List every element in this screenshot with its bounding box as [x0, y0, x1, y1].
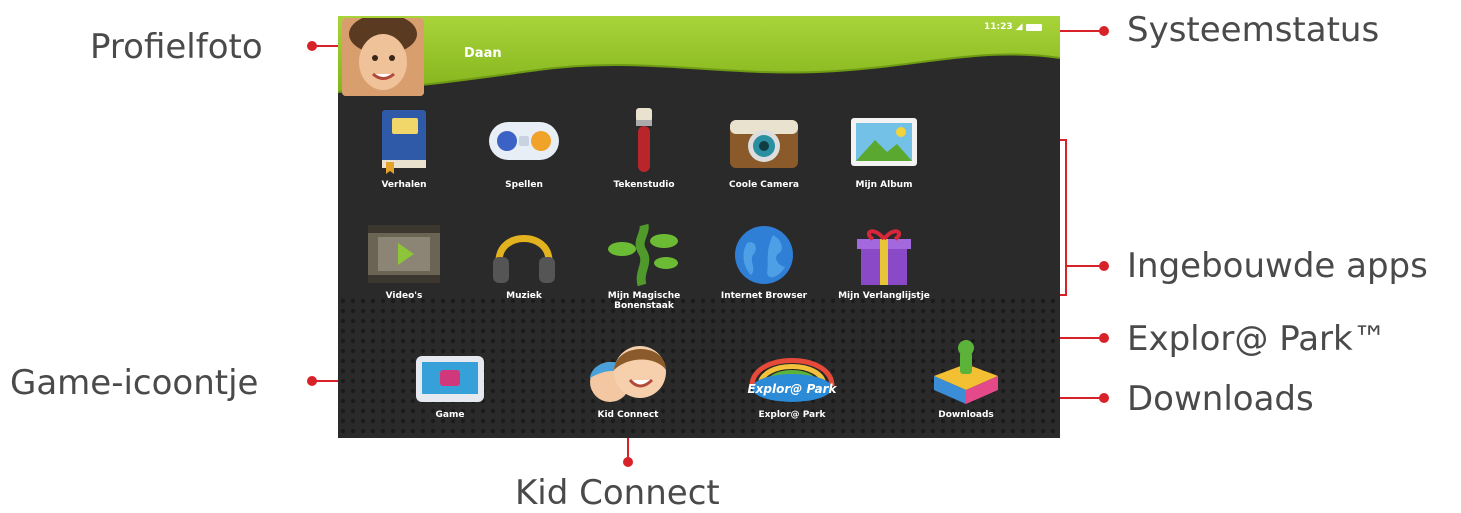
app-label: Downloads — [938, 410, 994, 420]
gamepad-icon — [489, 122, 559, 160]
callout-explor-park: Explor@ Park™ — [1127, 319, 1387, 359]
app-label: Verhalen — [381, 180, 427, 190]
app-label: Kid Connect — [597, 410, 659, 420]
app-label: Game — [435, 410, 465, 420]
app-label: Tekenstudio — [613, 180, 675, 190]
app-explor-park[interactable]: Explor@ Park Explor@ Park — [732, 338, 852, 420]
gift-icon — [857, 229, 911, 285]
app-label: Muziek — [506, 291, 542, 301]
book-icon — [382, 110, 426, 174]
callout-profile-photo: Profielfoto — [90, 27, 263, 67]
app-coole-camera[interactable]: Coole Camera — [704, 106, 824, 190]
app-mijn-verlanglijstje[interactable]: Mijn Verlanglijstje — [824, 221, 944, 301]
wifi-icon: ◢ — [1015, 22, 1023, 32]
downloads-box-icon — [934, 340, 998, 404]
app-game[interactable]: Game — [390, 352, 510, 420]
app-downloads[interactable]: Downloads — [906, 338, 1026, 420]
app-label: Mijn Album — [855, 180, 913, 190]
system-status-bar: 11:23 ◢ — [984, 22, 1042, 32]
callout-downloads: Downloads — [1127, 379, 1314, 419]
globe-icon — [735, 226, 793, 284]
status-time: 11:23 — [984, 22, 1013, 32]
app-label: Spellen — [505, 180, 543, 190]
app-label: Mijn Magische Bonenstaak — [607, 291, 681, 312]
battery-icon — [1025, 23, 1042, 31]
beanstalk-icon — [608, 223, 678, 287]
callout-built-in-apps: Ingebouwde apps — [1127, 246, 1428, 286]
app-tekenstudio[interactable]: Tekenstudio — [584, 106, 704, 190]
callout-game-icon: Game-icoontje — [10, 363, 259, 403]
profile-name: Daan — [464, 46, 502, 61]
game-screen-icon — [416, 356, 484, 402]
headphones-icon — [493, 235, 555, 283]
profile-photo[interactable] — [342, 18, 424, 96]
app-label: Explor@ Park — [758, 410, 826, 420]
paintbrush-icon — [636, 108, 652, 172]
app-videos[interactable]: Video's — [344, 221, 464, 301]
app-label: Video's — [385, 291, 423, 301]
app-label: Mijn Verlanglijstje — [838, 291, 930, 301]
camera-icon — [730, 120, 798, 168]
app-label: Internet Browser — [720, 291, 808, 301]
app-spellen[interactable]: Spellen — [464, 106, 584, 190]
app-kid-connect[interactable]: Kid Connect — [568, 340, 688, 420]
explor-park-logo-text: Explor@ Park — [747, 382, 837, 396]
app-internet-browser[interactable]: Internet Browser — [704, 221, 824, 301]
app-verhalen[interactable]: Verhalen — [344, 106, 464, 190]
film-icon — [368, 225, 440, 283]
callout-system-status: Systeemstatus — [1127, 10, 1380, 50]
tablet-screen: Daan 11:23 ◢ Verhalen Spellen Tekenstudi… — [338, 16, 1060, 438]
explor-park-icon: Explor@ Park — [747, 358, 838, 402]
app-mijn-magische-bonenstaak[interactable]: Mijn Magische Bonenstaak — [584, 221, 704, 312]
photo-album-icon — [851, 118, 917, 166]
child-face-icon — [342, 18, 424, 96]
app-muziek[interactable]: Muziek — [464, 221, 584, 301]
kid-connect-icon — [590, 346, 666, 402]
app-mijn-album[interactable]: Mijn Album — [824, 106, 944, 190]
app-label: Coole Camera — [729, 180, 799, 190]
callout-kid-connect: Kid Connect — [515, 473, 720, 513]
